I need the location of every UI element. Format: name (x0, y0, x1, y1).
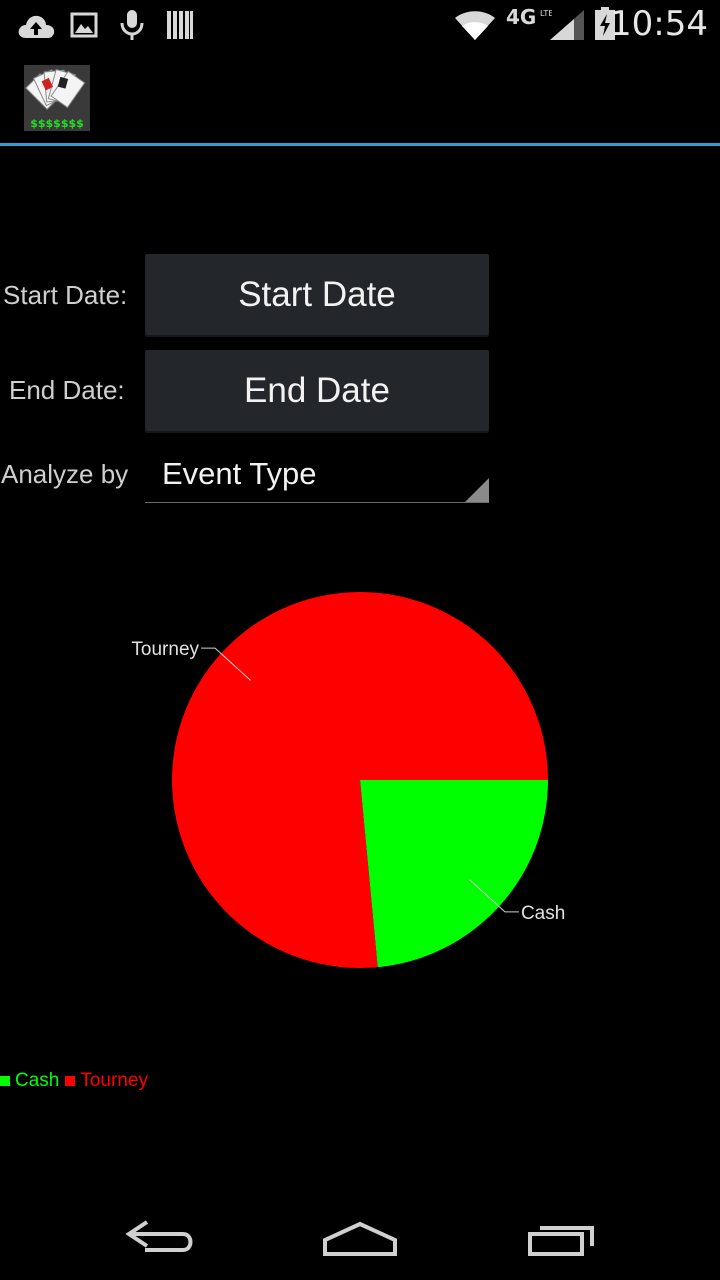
end-date-button[interactable]: End Date (145, 350, 489, 431)
legend-item-tourney: Tourney (65, 1070, 148, 1092)
legend-item-cash: Cash (0, 1070, 59, 1092)
legend-swatch (0, 1076, 10, 1086)
legend-label: Tourney (80, 1070, 148, 1091)
action-bar: $$$$$$$ (0, 50, 720, 143)
start-date-label: Start Date: (3, 280, 128, 310)
dropdown-arrow-icon (465, 478, 489, 502)
legend-swatch (65, 1076, 76, 1086)
cloud-upload-icon (16, 10, 56, 44)
pie-label-cash: Cash (521, 903, 565, 924)
pie-label-tourney: Tourney (131, 639, 199, 660)
image-icon (70, 12, 98, 42)
recent-apps-button[interactable] (518, 1208, 608, 1264)
chart-legend: Cash Tourney (0, 1068, 154, 1094)
navigation-bar (0, 1190, 720, 1280)
svg-text:$$$$$$$: $$$$$$$ (30, 117, 84, 130)
microphone-icon (118, 8, 146, 46)
end-date-label: End Date: (9, 375, 125, 405)
signal-icon (548, 8, 586, 46)
recent-apps-icon (528, 1226, 594, 1256)
clock-time: 10:54 (610, 4, 708, 44)
svg-text:4G: 4G (506, 6, 536, 28)
analyze-by-dropdown[interactable]: Event Type (145, 448, 489, 503)
home-button[interactable] (315, 1208, 405, 1264)
back-button[interactable] (115, 1208, 205, 1264)
analyze-by-label: Analyze by (1, 459, 129, 489)
back-icon (125, 1220, 193, 1252)
screen: 4G LTE 10:54 $$$$$$$ Start Date: Start D… (0, 0, 720, 1280)
playing-cards-logo-icon: $$$$$$$ (24, 65, 90, 131)
network-type-label: 4G LTE (506, 5, 553, 32)
legend-label: Cash (15, 1070, 60, 1091)
analyze-by-value: Event Type (162, 456, 317, 491)
wifi-icon (453, 10, 497, 46)
barcode-icon (166, 10, 194, 44)
app-logo[interactable]: $$$$$$$ (24, 65, 90, 131)
status-bar: 4G LTE 10:54 (0, 0, 720, 50)
start-date-button[interactable]: Start Date (145, 254, 489, 335)
event-type-pie-chart: Cash Tourney (131, 592, 565, 968)
pie-slice-cash (360, 780, 548, 968)
home-icon (323, 1221, 397, 1256)
action-bar-divider (0, 143, 720, 146)
